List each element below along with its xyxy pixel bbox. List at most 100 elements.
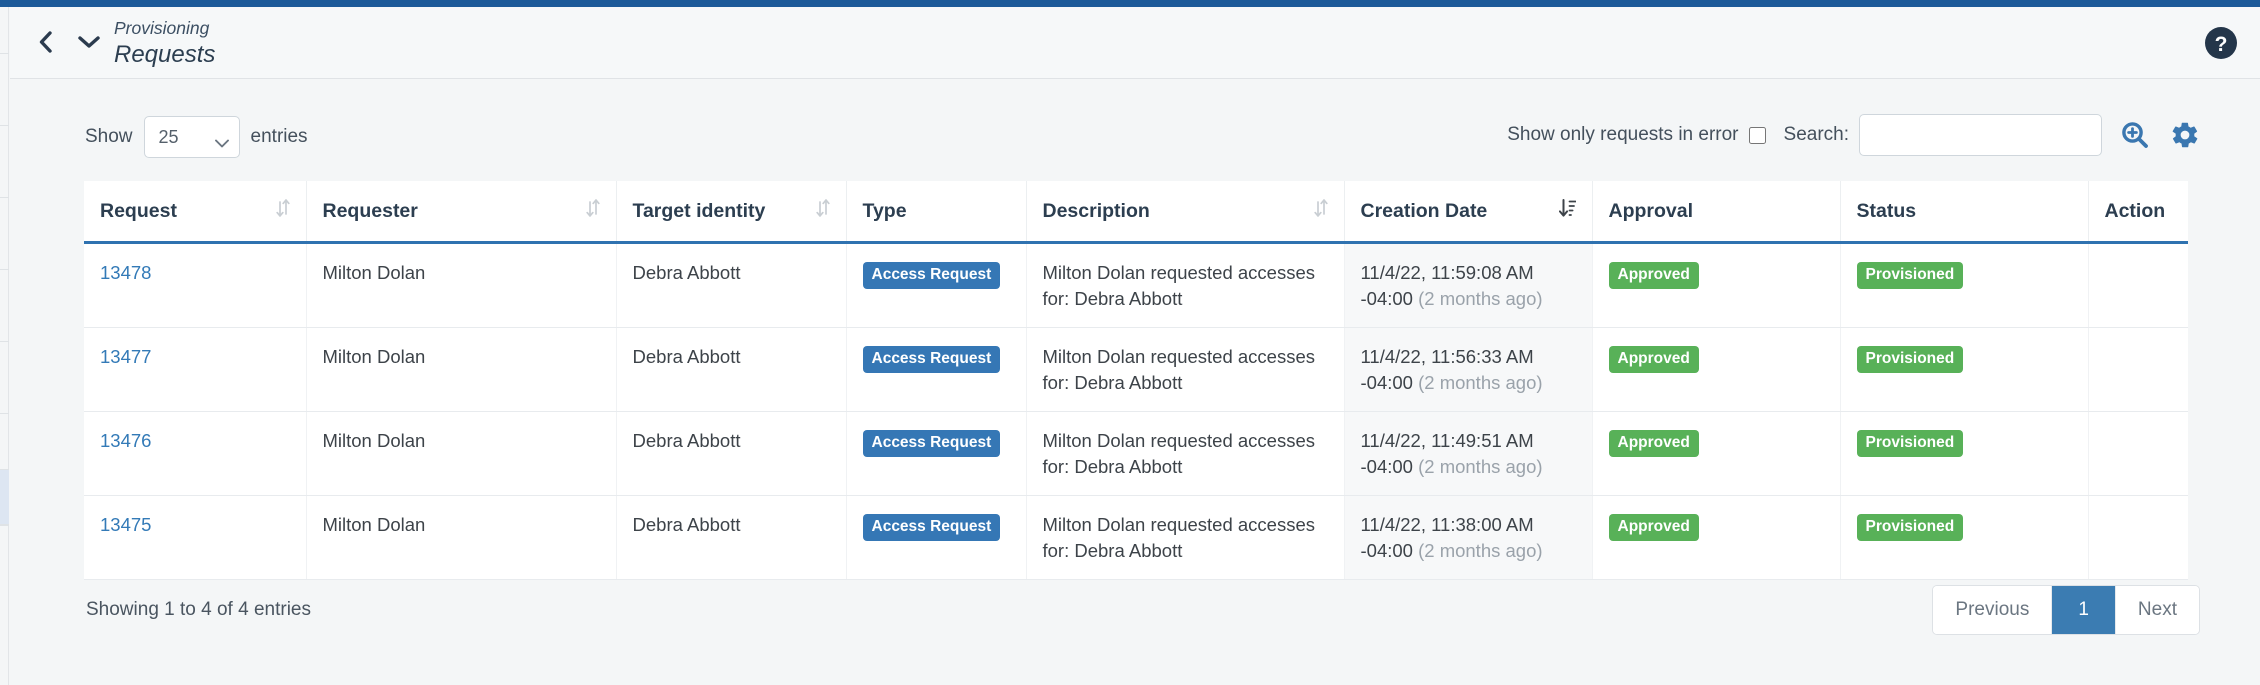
cell-approval: Approved bbox=[1591, 327, 1840, 413]
gear-icon[interactable] bbox=[2170, 120, 2200, 150]
request-link[interactable]: 13478 bbox=[100, 262, 151, 283]
type-badge: Access Request bbox=[862, 430, 1001, 457]
cell-action[interactable] bbox=[2087, 327, 2188, 413]
column-label: Approval bbox=[1608, 199, 1694, 222]
request-link[interactable]: 13475 bbox=[100, 514, 151, 535]
type-badge: Access Request bbox=[862, 514, 1001, 541]
status-badge: Provisioned bbox=[1856, 514, 1964, 541]
sort-both-icon bbox=[275, 199, 290, 223]
chevron-left-icon[interactable] bbox=[32, 25, 58, 59]
left-rail-segment bbox=[0, 525, 9, 597]
toolbar-right-group: Show only requests in error Search: bbox=[1507, 114, 2200, 156]
cell-status: Provisioned bbox=[1839, 327, 2088, 413]
column-header-action[interactable]: Action bbox=[2087, 181, 2188, 244]
search-label: Search: bbox=[1783, 124, 1849, 145]
left-rail bbox=[0, 7, 9, 685]
column-header-status[interactable]: Status bbox=[1839, 181, 2088, 244]
entries-label: entries bbox=[250, 126, 308, 147]
error-filter-label: Show only requests in error bbox=[1507, 124, 1739, 145]
requests-table: Request Requester Target identity Type D… bbox=[84, 181, 2188, 581]
cell-action[interactable] bbox=[2087, 495, 2188, 581]
column-label: Creation Date bbox=[1360, 199, 1488, 222]
show-label: Show bbox=[85, 126, 133, 147]
left-rail-active-segment[interactable] bbox=[0, 469, 9, 525]
search-input[interactable] bbox=[1859, 114, 2102, 156]
cell-description: Milton Dolan requested accesses for: Deb… bbox=[1025, 495, 1344, 581]
page-length-control: Show 25 entries bbox=[85, 116, 308, 158]
cell-description: Milton Dolan requested accesses for: Deb… bbox=[1025, 327, 1344, 413]
creation-date-relative: (2 months ago) bbox=[1418, 539, 1543, 561]
chevron-down-icon[interactable] bbox=[76, 25, 102, 59]
creation-date-relative: (2 months ago) bbox=[1418, 371, 1543, 393]
left-rail-segment bbox=[0, 413, 9, 469]
cell-type: Access Request bbox=[845, 327, 1026, 413]
column-header-target-identity[interactable]: Target identity bbox=[615, 181, 846, 244]
pagination-page-1[interactable]: 1 bbox=[2052, 586, 2116, 634]
help-circle-icon[interactable]: ? bbox=[2204, 26, 2238, 60]
type-badge: Access Request bbox=[862, 262, 1001, 289]
left-rail-segment bbox=[0, 341, 9, 413]
table-row[interactable]: 13475 Milton Dolan Debra Abbott Access R… bbox=[84, 495, 2188, 581]
cell-request: 13475 bbox=[84, 495, 306, 581]
cell-description: Milton Dolan requested accesses for: Deb… bbox=[1025, 242, 1344, 329]
table-row[interactable]: 13476 Milton Dolan Debra Abbott Access R… bbox=[84, 411, 2188, 497]
cell-target-identity: Debra Abbott bbox=[615, 411, 846, 497]
error-filter-control[interactable]: Show only requests in error bbox=[1507, 124, 1766, 146]
column-label: Requester bbox=[322, 199, 418, 222]
column-label: Status bbox=[1856, 199, 1917, 222]
column-header-request[interactable]: Request bbox=[84, 181, 306, 244]
breadcrumb-parent[interactable]: Provisioning bbox=[114, 17, 215, 39]
pagination-next[interactable]: Next bbox=[2115, 586, 2199, 634]
table-row[interactable]: 13478 Milton Dolan Debra Abbott Access R… bbox=[84, 242, 2188, 329]
error-filter-checkbox[interactable] bbox=[1748, 126, 1766, 144]
pagination-previous[interactable]: Previous bbox=[1933, 586, 2053, 634]
column-header-type[interactable]: Type bbox=[845, 181, 1026, 244]
content-panel: Show 25 entries Show only requests in er… bbox=[10, 79, 2260, 685]
cell-request: 13478 bbox=[84, 242, 306, 329]
page-header: Provisioning Requests ? bbox=[10, 7, 2260, 79]
cell-target-identity: Debra Abbott bbox=[615, 327, 846, 413]
requests-table-container: Request Requester Target identity Type D… bbox=[84, 181, 2188, 581]
table-header-row: Request Requester Target identity Type D… bbox=[84, 181, 2188, 244]
left-rail-segment bbox=[0, 125, 9, 197]
requests-table-body: 13478 Milton Dolan Debra Abbott Access R… bbox=[84, 242, 2188, 581]
column-header-requester[interactable]: Requester bbox=[305, 181, 616, 244]
pagination: Previous 1 Next bbox=[1932, 585, 2200, 635]
cell-requester: Milton Dolan bbox=[305, 327, 616, 413]
cell-status: Provisioned bbox=[1839, 411, 2088, 497]
status-badge: Provisioned bbox=[1856, 262, 1964, 289]
creation-date-relative: (2 months ago) bbox=[1418, 455, 1543, 477]
request-link[interactable]: 13477 bbox=[100, 346, 151, 367]
cell-creation-date: 11/4/22, 11:59:08 AM -04:00 (2 months ag… bbox=[1343, 242, 1592, 329]
column-label: Description bbox=[1042, 199, 1150, 222]
breadcrumb: Provisioning Requests bbox=[114, 17, 215, 71]
cell-creation-date: 11/4/22, 11:56:33 AM -04:00 (2 months ag… bbox=[1343, 327, 1592, 413]
type-badge: Access Request bbox=[862, 346, 1001, 373]
showing-entries-info: Showing 1 to 4 of 4 entries bbox=[86, 599, 311, 620]
cell-requester: Milton Dolan bbox=[305, 242, 616, 329]
cell-action[interactable] bbox=[2087, 242, 2188, 329]
cell-requester: Milton Dolan bbox=[305, 411, 616, 497]
cell-type: Access Request bbox=[845, 495, 1026, 581]
left-rail-segment bbox=[0, 269, 9, 341]
cell-action[interactable] bbox=[2087, 411, 2188, 497]
column-label: Action bbox=[2104, 199, 2166, 222]
cell-approval: Approved bbox=[1591, 242, 1840, 329]
cell-creation-date: 11/4/22, 11:49:51 AM -04:00 (2 months ag… bbox=[1343, 411, 1592, 497]
svg-text:?: ? bbox=[2215, 33, 2228, 56]
column-label: Request bbox=[100, 199, 177, 222]
search-plus-icon[interactable] bbox=[2120, 120, 2150, 150]
column-header-description[interactable]: Description bbox=[1025, 181, 1344, 244]
page-title: Requests bbox=[114, 41, 216, 69]
column-header-approval[interactable]: Approval bbox=[1591, 181, 1840, 244]
column-header-creation-date[interactable]: Creation Date bbox=[1343, 181, 1592, 244]
page-length-select[interactable]: 25 bbox=[143, 116, 240, 158]
cell-target-identity: Debra Abbott bbox=[615, 495, 846, 581]
cell-target-identity: Debra Abbott bbox=[615, 242, 846, 329]
table-row[interactable]: 13477 Milton Dolan Debra Abbott Access R… bbox=[84, 327, 2188, 413]
request-link[interactable]: 13476 bbox=[100, 430, 151, 451]
column-label: Target identity bbox=[632, 199, 766, 222]
approval-badge: Approved bbox=[1608, 262, 1699, 289]
column-label: Type bbox=[862, 199, 907, 222]
cell-creation-date: 11/4/22, 11:38:00 AM -04:00 (2 months ag… bbox=[1343, 495, 1592, 581]
